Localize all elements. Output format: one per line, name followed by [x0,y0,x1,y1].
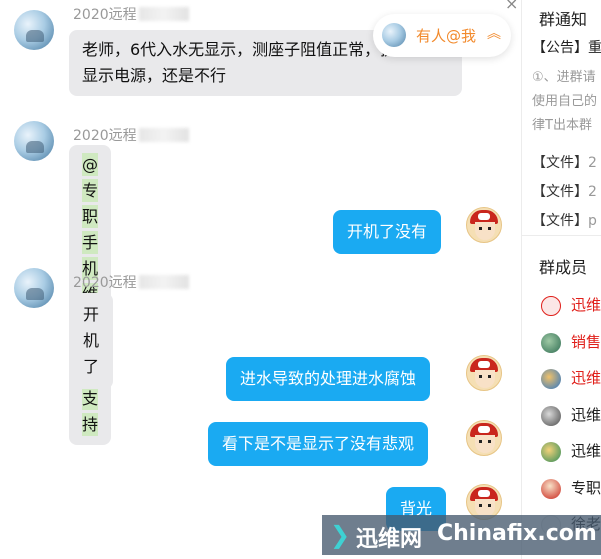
notice-file-item[interactable]: 【文件】p [532,210,597,230]
eyes-icon [479,375,491,378]
sender-name: 2020远程 [73,4,189,24]
avatar [541,406,561,426]
message-bubble[interactable]: 开机了 [69,293,114,389]
avatar [541,333,561,353]
face-icon [475,435,495,453]
blurred-name [138,128,189,142]
divider [522,235,601,236]
eyes-icon [479,227,491,230]
avatar[interactable] [14,121,54,161]
chat-area[interactable]: 2020远程 老师，6代入水无显示，测座子阻值正常，换过 显示电源，还是不行 2… [0,0,521,559]
avatar[interactable] [466,420,502,456]
avatar[interactable] [466,355,502,391]
sender-name: 2020远程2020远程 [73,125,189,145]
chat-window: 2020远程 老师，6代入水无显示，测座子阻值正常，换过 显示电源，还是不行 2… [0,0,601,559]
group-notice-title[interactable]: 群通知 [539,6,587,30]
avatar [541,369,561,389]
eyes-icon [479,504,491,507]
notice-file-item[interactable]: 【文件】2 [532,152,597,172]
blurred-name [138,275,189,289]
avatar [541,479,561,499]
mention-notification[interactable]: 有人@我 ︽ [373,14,511,57]
message-bubble[interactable]: 进水导致的处理进水腐蚀 [226,357,431,401]
mention-label: 有人@我 [416,27,477,45]
notice-text-line: 律T出本群 [532,118,592,133]
group-members-title[interactable]: 群成员 [539,254,587,278]
message-line: 显示电源，还是不行 [82,66,227,85]
notice-file-item[interactable]: 【文件】2 [532,181,597,201]
eyes-icon [479,440,491,443]
blurred-name [138,7,189,21]
close-icon[interactable]: × [505,0,518,13]
message-bubble[interactable]: 看下是不是显示了没有悲观 [208,422,429,466]
message-bubble[interactable]: 开机了没有 [333,210,442,254]
notice-announcement[interactable]: 【公告】重 [532,37,601,57]
sender-name: 2020远程 [73,272,189,292]
face-icon [475,222,495,240]
avatar [541,296,561,316]
avatar[interactable] [14,268,54,308]
avatar [382,23,406,47]
logo-arrow-icon: ❯ [330,521,351,549]
watermark-site: Chinafix.com [437,521,597,546]
notice-text-line: 使用自己的 [532,94,598,109]
avatar[interactable] [14,10,54,50]
avatar [541,442,561,462]
watermark: ❯ 迅维网 Chinafix.com [322,515,601,555]
double-chevron-up-icon: ︽ [487,26,501,42]
avatar[interactable] [466,207,502,243]
group-side-panel: 群通知 【公告】重 ①、进群请 使用自己的 律T出本群 【文件】2 【文件】2 … [521,0,601,559]
watermark-brand: 迅维网 [356,527,423,552]
face-icon [475,370,495,388]
notice-text-line: ①、进群请 [532,70,596,85]
